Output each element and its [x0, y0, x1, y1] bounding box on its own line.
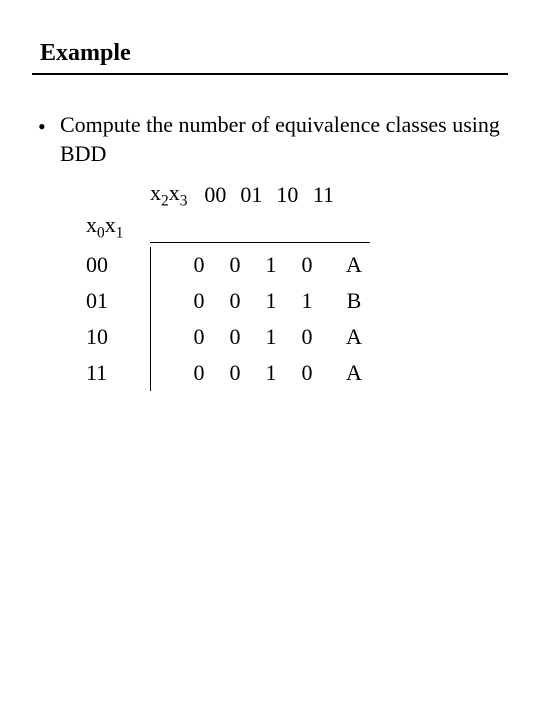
- slide: Example • Compute the number of equivale…: [0, 0, 540, 391]
- cell: 0: [289, 360, 325, 386]
- cell: 0: [217, 252, 253, 278]
- row-header: 00: [86, 252, 150, 278]
- row-variable-label: x0x1: [86, 212, 150, 238]
- cell: 0: [289, 252, 325, 278]
- cell: 0: [181, 360, 217, 386]
- col-header: 01: [233, 182, 269, 208]
- vertical-rule: [150, 355, 151, 391]
- cell: 1: [253, 360, 289, 386]
- bullet-item: • Compute the number of equivalence clas…: [38, 111, 508, 168]
- col-header: 00: [197, 182, 233, 208]
- title-underline: [32, 73, 508, 75]
- col-header: 10: [269, 182, 305, 208]
- row-header: 01: [86, 288, 150, 314]
- cell: 0: [181, 288, 217, 314]
- bullet-dot: •: [38, 111, 60, 168]
- class-label: A: [339, 360, 369, 386]
- cell: 0: [181, 324, 217, 350]
- cell: 0: [217, 288, 253, 314]
- class-label: A: [339, 252, 369, 278]
- vertical-rule: [150, 283, 151, 319]
- truth-table: x2x3 00 01 10 11 x0x1 00 0 0 1 0 A 01 0 …: [86, 180, 508, 391]
- cell: 1: [253, 252, 289, 278]
- table-row: 00 0 0 1 0 A: [86, 247, 508, 283]
- cell: 0: [181, 252, 217, 278]
- class-label: B: [339, 288, 369, 314]
- cell: 1: [253, 288, 289, 314]
- slide-title: Example: [40, 40, 508, 67]
- cell: 1: [253, 324, 289, 350]
- table-row: 11 0 0 1 0 A: [86, 355, 508, 391]
- row-header: 11: [86, 360, 150, 386]
- table-row: 01 0 0 1 1 B: [86, 283, 508, 319]
- column-header-row: x2x3 00 01 10 11: [86, 180, 508, 208]
- col-header: 11: [305, 182, 341, 208]
- bullet-text: Compute the number of equivalence classe…: [60, 111, 508, 168]
- row-header: 10: [86, 324, 150, 350]
- vertical-rule: [150, 319, 151, 355]
- class-label: A: [339, 324, 369, 350]
- cell: 0: [289, 324, 325, 350]
- col-variable-label: x2x3: [150, 180, 187, 208]
- cell: 0: [217, 324, 253, 350]
- table-row: 10 0 0 1 0 A: [86, 319, 508, 355]
- cell: 1: [289, 288, 325, 314]
- vertical-rule: [150, 247, 151, 283]
- header-rule: [150, 242, 370, 243]
- cell: 0: [217, 360, 253, 386]
